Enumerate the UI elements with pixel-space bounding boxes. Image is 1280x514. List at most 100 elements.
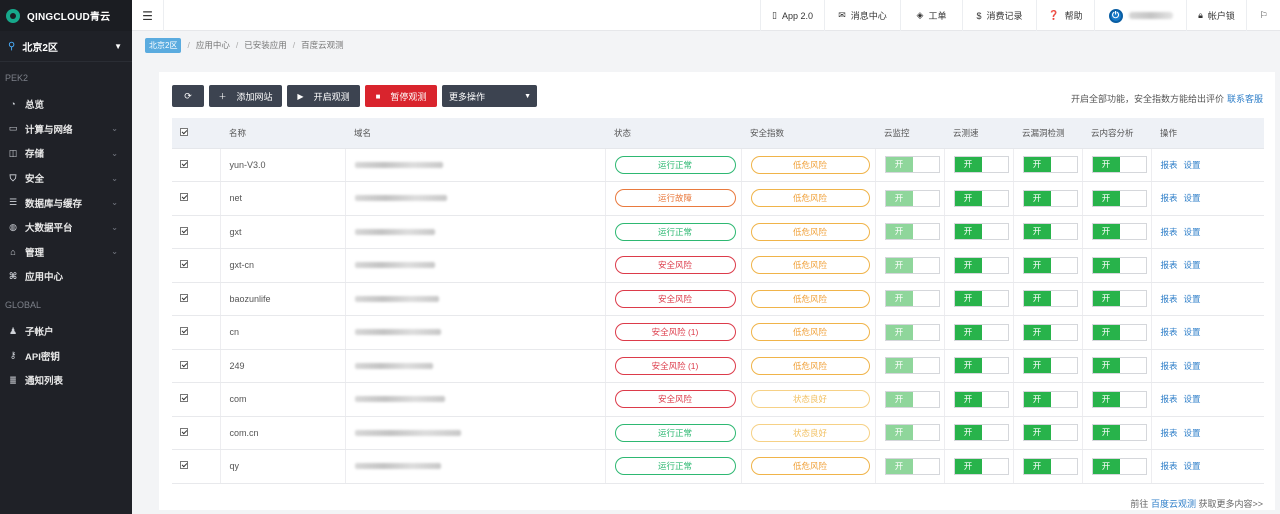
row-select-cell[interactable] xyxy=(172,181,220,216)
status-badge[interactable]: 运行正常 xyxy=(614,457,736,476)
cloud-speed-toggle[interactable]: 开 xyxy=(953,290,1009,308)
sidebar-item[interactable]: ◫ 存储 ⌄ xyxy=(0,141,132,166)
table-row[interactable]: gxt-cn 安全风险 低危风险开开开开报表 设置 xyxy=(172,248,1264,283)
security-index-badge[interactable]: 低危风险 xyxy=(750,155,870,174)
cloud-content-toggle[interactable]: 开 xyxy=(1091,457,1147,475)
security-index-badge[interactable]: 低危风险 xyxy=(750,457,870,476)
row-checkbox[interactable] xyxy=(180,193,188,202)
cloud-content-toggle[interactable]: 开 xyxy=(1091,357,1147,375)
cloud-speed-toggle[interactable]: 开 xyxy=(953,189,1009,207)
baidu-monitor-link[interactable]: 百度云观测 xyxy=(1151,499,1196,509)
row-checkbox[interactable] xyxy=(180,327,188,336)
cloud-speed-toggle[interactable]: 开 xyxy=(953,390,1009,408)
breadcrumb-item[interactable]: 已安装应用 xyxy=(244,39,287,51)
cloud-content-toggle[interactable]: 开 xyxy=(1091,256,1147,274)
row-checkbox[interactable] xyxy=(180,226,188,235)
settings-link[interactable]: 设置 xyxy=(1184,394,1201,404)
cloud-content-toggle[interactable]: 开 xyxy=(1091,223,1147,241)
app-version-link[interactable]: ▯ App 2.0 xyxy=(760,0,824,31)
cloud-monitor-toggle[interactable]: 开 xyxy=(884,323,940,341)
breadcrumb-region[interactable]: 北京2区 xyxy=(145,37,182,53)
status-badge[interactable]: 安全风险 xyxy=(614,256,736,275)
select-all-checkbox[interactable] xyxy=(180,127,188,136)
row-select-cell[interactable] xyxy=(172,349,220,383)
security-index-badge[interactable]: 低危风险 xyxy=(750,289,870,308)
status-badge[interactable]: 运行正常 xyxy=(614,155,736,174)
report-link[interactable]: 报表 xyxy=(1161,361,1178,371)
sidebar-item[interactable]: ♟ 子帐户 xyxy=(0,319,132,344)
cloud-content-toggle[interactable]: 开 xyxy=(1091,390,1147,408)
cloud-speed-toggle[interactable]: 开 xyxy=(953,424,1009,442)
cloud-monitor-toggle[interactable]: 开 xyxy=(884,457,940,475)
report-link[interactable]: 报表 xyxy=(1161,160,1178,170)
settings-link[interactable]: 设置 xyxy=(1184,193,1201,203)
cloud-speed-toggle[interactable]: 开 xyxy=(953,457,1009,475)
billing-link[interactable]: $ 消费记录 xyxy=(962,0,1036,31)
cloud-vuln-toggle[interactable]: 开 xyxy=(1022,390,1078,408)
cloud-monitor-toggle[interactable]: 开 xyxy=(884,189,940,207)
row-select-cell[interactable] xyxy=(172,148,220,182)
row-select-cell[interactable] xyxy=(172,382,220,417)
contact-support-link[interactable]: 联系客服 xyxy=(1227,94,1263,104)
cloud-vuln-toggle[interactable]: 开 xyxy=(1022,357,1078,375)
cloud-speed-toggle[interactable]: 开 xyxy=(953,256,1009,274)
cloud-vuln-toggle[interactable]: 开 xyxy=(1022,156,1078,174)
settings-link[interactable]: 设置 xyxy=(1184,294,1201,304)
report-link[interactable]: 报表 xyxy=(1161,227,1178,237)
cloud-monitor-toggle[interactable]: 开 xyxy=(884,390,940,408)
table-row[interactable]: net 运行故障 低危风险开开开开报表 设置 xyxy=(172,181,1264,216)
sidebar-item[interactable]: ≣ 通知列表 xyxy=(0,368,132,393)
messages-link[interactable]: ✉ 消息中心 xyxy=(824,0,900,31)
row-checkbox[interactable] xyxy=(180,159,188,168)
stop-monitoring-button[interactable]: ■ 暂停观测 xyxy=(365,85,437,107)
settings-link[interactable]: 设置 xyxy=(1184,461,1201,471)
logo[interactable]: QINGCLOUD青云 xyxy=(0,0,132,31)
security-index-badge[interactable]: 低危风险 xyxy=(750,356,870,375)
row-checkbox[interactable] xyxy=(180,360,188,369)
settings-link[interactable]: 设置 xyxy=(1184,160,1201,170)
start-monitoring-button[interactable]: ▶ 开启观测 xyxy=(287,85,360,107)
row-select-cell[interactable] xyxy=(172,282,220,316)
cloud-vuln-toggle[interactable]: 开 xyxy=(1022,457,1078,475)
menu-toggle-button[interactable]: ☰ xyxy=(132,0,164,31)
sidebar-item[interactable]: ⚷ API密钥 xyxy=(0,343,132,368)
cloud-speed-toggle[interactable]: 开 xyxy=(953,357,1009,375)
row-checkbox[interactable] xyxy=(180,394,188,403)
cloud-vuln-toggle[interactable]: 开 xyxy=(1022,424,1078,442)
settings-link[interactable]: 设置 xyxy=(1184,428,1201,438)
report-link[interactable]: 报表 xyxy=(1161,193,1178,203)
cloud-speed-toggle[interactable]: 开 xyxy=(953,156,1009,174)
cloud-content-toggle[interactable]: 开 xyxy=(1091,424,1147,442)
status-badge[interactable]: 安全风险 (1) xyxy=(614,356,736,375)
add-site-button[interactable]: ＋ 添加网站 xyxy=(209,85,282,107)
report-link[interactable]: 报表 xyxy=(1161,294,1178,304)
sidebar-item[interactable]: ☰ 数据库与缓存 ⌄ xyxy=(0,190,132,215)
status-badge[interactable]: 安全风险 xyxy=(614,289,736,308)
row-checkbox[interactable] xyxy=(180,461,188,470)
cloud-monitor-toggle[interactable]: 开 xyxy=(884,156,940,174)
cloud-monitor-toggle[interactable]: 开 xyxy=(884,290,940,308)
cloud-monitor-toggle[interactable]: 开 xyxy=(884,357,940,375)
help-link[interactable]: ❓ 帮助 xyxy=(1036,0,1094,31)
status-badge[interactable]: 运行正常 xyxy=(614,222,736,241)
cloud-content-toggle[interactable]: 开 xyxy=(1091,156,1147,174)
region-selector[interactable]: ⚲ 北京2区 ▼ xyxy=(0,31,132,62)
cloud-content-toggle[interactable]: 开 xyxy=(1091,189,1147,207)
sidebar-item[interactable]: ⌂ 管理 ⌄ xyxy=(0,240,132,265)
settings-link[interactable]: 设置 xyxy=(1184,361,1201,371)
settings-link[interactable]: 设置 xyxy=(1184,227,1201,237)
table-row[interactable]: com.cn 运行正常 状态良好开开开开报表 设置 xyxy=(172,416,1264,450)
sidebar-item[interactable]: ◔ 总览 xyxy=(0,92,132,117)
row-select-cell[interactable] xyxy=(172,416,220,450)
select-all-cell[interactable] xyxy=(172,118,220,149)
status-badge[interactable]: 安全风险 xyxy=(614,390,736,409)
report-link[interactable]: 报表 xyxy=(1161,461,1178,471)
table-row[interactable]: cn 安全风险 (1) 低危风险开开开开报表 设置 xyxy=(172,315,1264,350)
cloud-vuln-toggle[interactable]: 开 xyxy=(1022,223,1078,241)
table-row[interactable]: qy 运行正常 低危风险开开开开报表 设置 xyxy=(172,449,1264,484)
breadcrumb-item[interactable]: 应用中心 xyxy=(196,39,230,51)
cloud-speed-toggle[interactable]: 开 xyxy=(953,223,1009,241)
security-index-badge[interactable]: 低危风险 xyxy=(750,222,870,241)
notifications-button[interactable]: ⚐ xyxy=(1246,0,1280,31)
cloud-monitor-toggle[interactable]: 开 xyxy=(884,223,940,241)
